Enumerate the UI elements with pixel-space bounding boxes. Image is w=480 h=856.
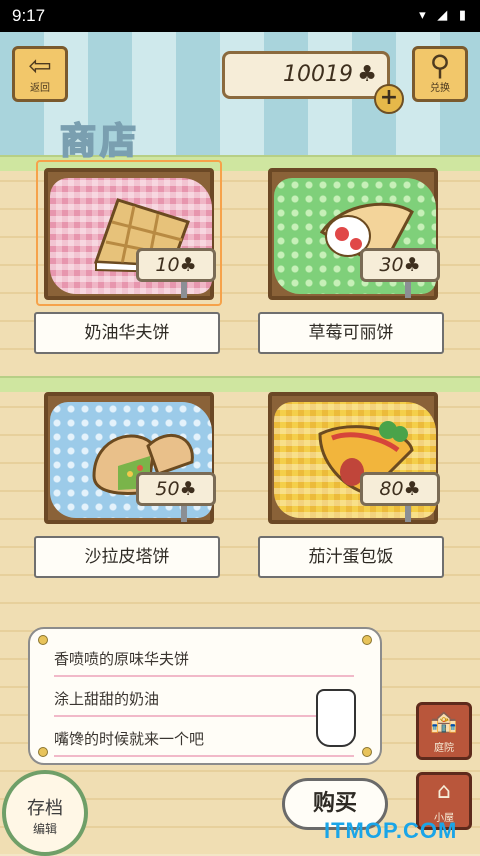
status-bar: 9:17 ▾ ◢ ▮ [0,0,480,32]
price-tag: 80♣ [360,472,440,506]
price-tag: 30♣ [360,248,440,282]
save-sub-label: 编辑 [32,822,57,836]
house-icon: ⌂ [437,779,451,804]
currency-counter: 10019 ♣ [222,51,390,99]
currency-value: 10019 [283,62,353,87]
status-icons: ▾ ◢ ▮ [419,7,470,22]
price-pin [181,506,187,522]
description-line: 涂上甜甜的奶油 [54,681,354,717]
yard-icon: 🏤 [430,709,458,734]
item-name: 奶油华夫饼 [34,312,220,354]
price-pin [405,506,411,522]
corner-dot [362,635,372,645]
price-tag: 10♣ [136,248,216,282]
price-pin [181,282,187,298]
item-name: 沙拉皮塔饼 [34,536,220,578]
yard-label: 庭院 [434,743,454,754]
net-icon: ⚲ [429,49,451,82]
description-line: 嘴馋的时候就来一个吧 [54,721,354,757]
pointing-hand-icon [316,689,356,747]
shop-item-pita[interactable]: 50♣ 沙拉皮塔饼 [34,384,224,579]
corner-dot [38,635,48,645]
shop-item-waffle[interactable]: 10♣ 奶油华夫饼 [34,160,224,355]
shop-item-omurice[interactable]: 80♣ 茄汁蛋包饭 [258,384,448,579]
save-label: 存档 [27,798,63,819]
item-description-panel: 香喷喷的原味华夫饼 涂上甜甜的奶油 嘴馋的时候就来一个吧 [28,627,382,765]
corner-dot [362,747,372,757]
page-title: 商店 [59,120,141,163]
status-time: 9:17 [12,6,46,25]
corner-dot [38,747,48,757]
item-name: 草莓可丽饼 [258,312,444,354]
description-line: 香喷喷的原味华夫饼 [54,641,354,677]
item-name: 茄汁蛋包饭 [258,536,444,578]
yard-button[interactable]: 🏤 庭院 [416,702,472,760]
watermark: ITMOP.COM [324,818,458,843]
back-label: 返回 [30,83,50,94]
clover-icon: ♣ [357,62,377,87]
price-pin [405,282,411,298]
exchange-button[interactable]: ⚲ 兑换 [412,46,468,102]
exchange-label: 兑换 [430,83,450,94]
shop-item-crepe[interactable]: 30♣ 草莓可丽饼 [258,160,448,355]
add-currency-button[interactable]: + [374,84,404,114]
back-arrow-icon: ⇦ [28,49,52,82]
save-button[interactable]: 存档 编辑 [2,770,88,856]
back-button[interactable]: ⇦ 返回 [12,46,68,102]
price-tag: 50♣ [136,472,216,506]
